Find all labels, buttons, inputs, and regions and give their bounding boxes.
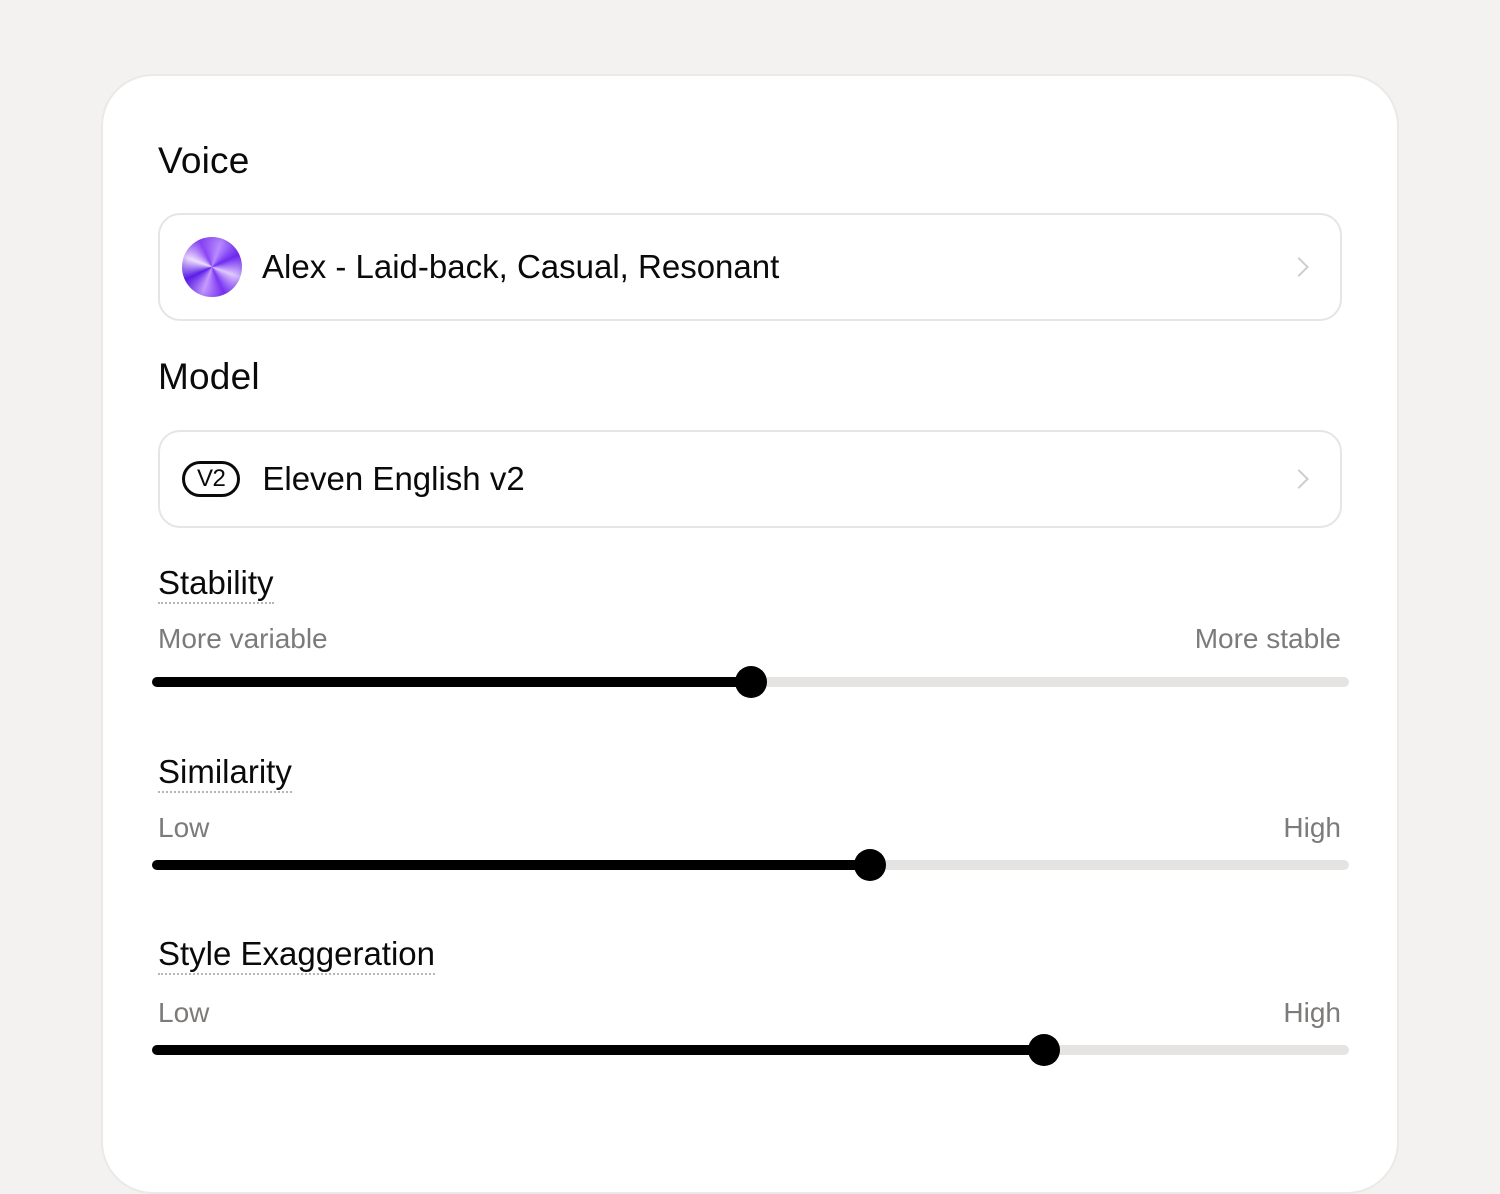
chevron-right-icon bbox=[1289, 469, 1309, 489]
stability-max-label: More stable bbox=[1194, 623, 1341, 654]
style-exaggeration-slider-fill bbox=[152, 1045, 1044, 1055]
similarity-slider-fill bbox=[152, 860, 871, 870]
model-version-badge: V2 bbox=[182, 461, 241, 497]
style-exaggeration-min-label: Low bbox=[158, 997, 210, 1028]
style-exaggeration-slider-thumb[interactable] bbox=[1027, 1034, 1060, 1066]
stability-title: Stability bbox=[158, 564, 274, 604]
similarity-title: Similarity bbox=[158, 753, 292, 793]
voice-label: Voice bbox=[158, 140, 250, 181]
chevron-right-icon bbox=[1289, 257, 1309, 277]
model-selected-name: Eleven English v2 bbox=[262, 460, 525, 497]
similarity-min-label: Low bbox=[158, 812, 210, 843]
style-exaggeration-slider[interactable] bbox=[152, 1034, 1349, 1066]
style-exaggeration-title: Style Exaggeration bbox=[158, 935, 436, 975]
voice-selected-name: Alex - Laid-back, Casual, Resonant bbox=[262, 248, 780, 285]
model-selector[interactable]: V2 Eleven English v2 bbox=[158, 430, 1342, 528]
stability-min-label: More variable bbox=[158, 623, 328, 654]
voice-avatar-icon bbox=[182, 237, 242, 297]
stability-slider[interactable] bbox=[152, 666, 1349, 698]
stability-slider-fill bbox=[152, 677, 751, 687]
stability-slider-thumb[interactable] bbox=[734, 666, 767, 698]
voice-selector[interactable]: Alex - Laid-back, Casual, Resonant bbox=[158, 213, 1342, 321]
similarity-max-label: High bbox=[1283, 812, 1341, 843]
similarity-slider-thumb[interactable] bbox=[854, 849, 887, 881]
style-exaggeration-max-label: High bbox=[1283, 997, 1341, 1028]
similarity-slider[interactable] bbox=[152, 849, 1349, 881]
model-label: Model bbox=[158, 356, 260, 397]
